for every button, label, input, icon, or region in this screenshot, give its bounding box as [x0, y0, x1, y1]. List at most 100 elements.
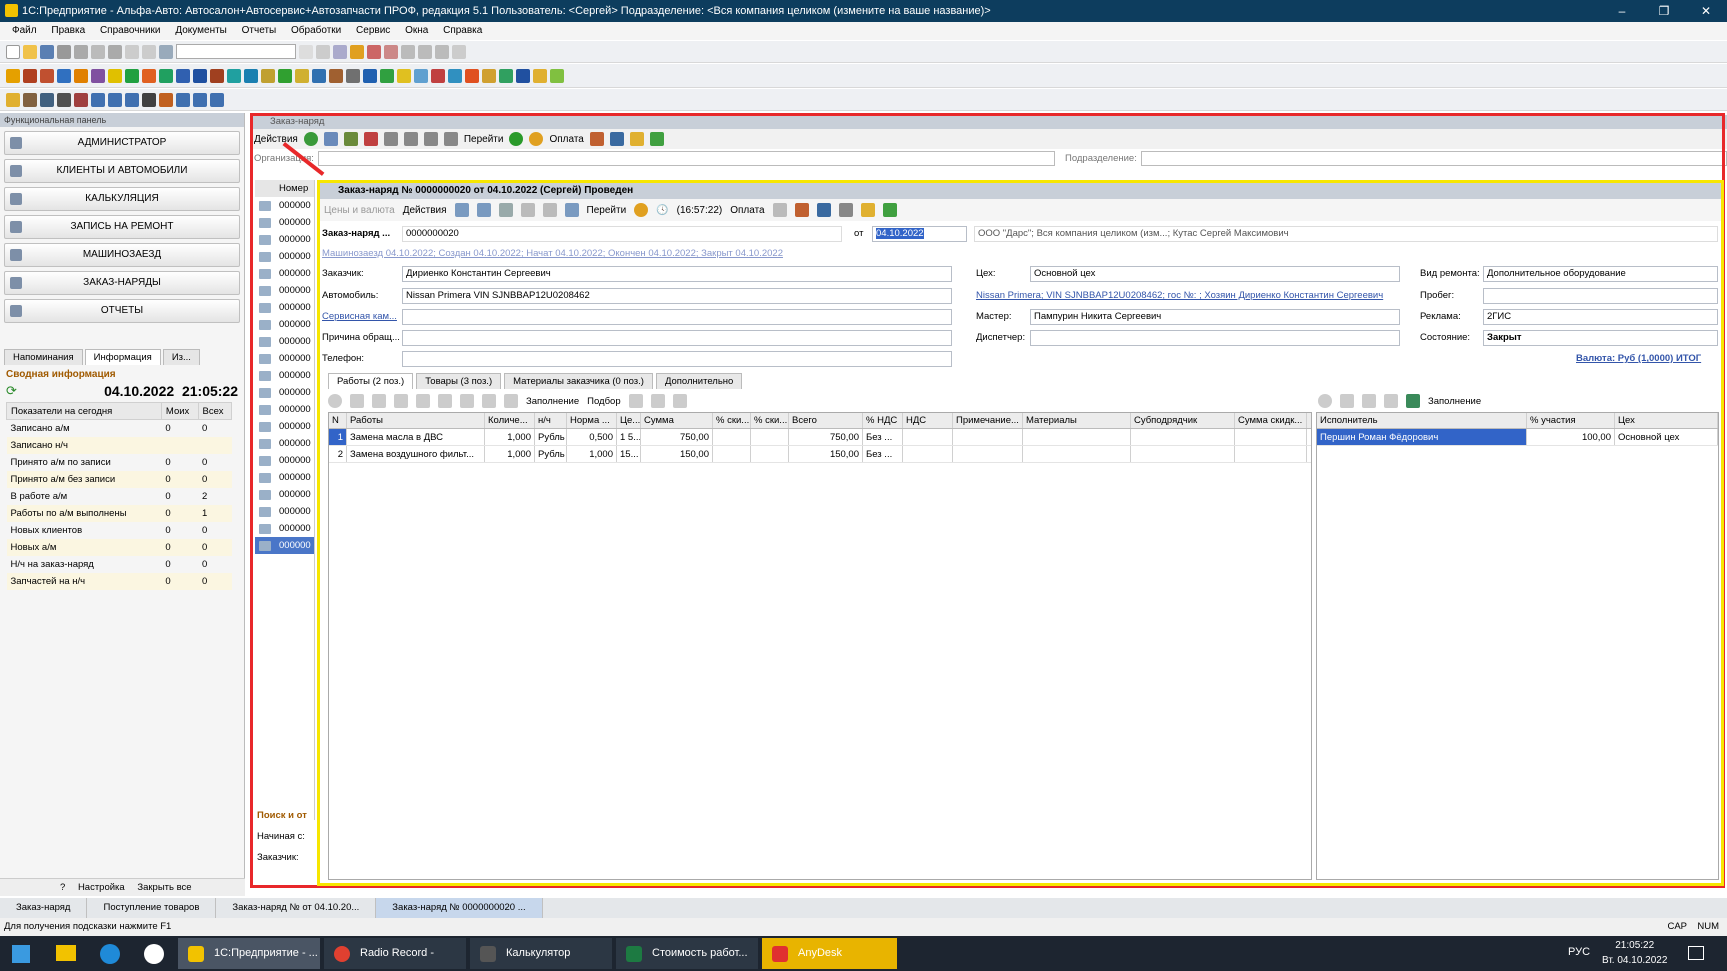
number-field[interactable]: 0000000020 — [402, 226, 842, 242]
folder-icon[interactable] — [860, 203, 875, 217]
list-payment-button[interactable]: Оплата — [549, 134, 583, 145]
list-row[interactable]: 000000 — [255, 265, 314, 282]
list-row[interactable]: 000000 — [255, 197, 314, 214]
filter-icon[interactable] — [443, 132, 458, 146]
col-discount-sum[interactable]: Сумма скидк... — [1235, 413, 1307, 428]
nav-admin-button[interactable]: АДМИНИСТРАТОР — [4, 131, 240, 155]
help-icon[interactable]: ? — [60, 882, 65, 893]
col-executor[interactable]: Исполнитель — [1317, 413, 1527, 428]
print-icon[interactable] — [794, 203, 809, 217]
save-icon[interactable] — [40, 44, 54, 59]
status-link[interactable]: Машинозаезд 04.10.2022; Создан 04.10.202… — [322, 246, 783, 262]
doc-goto-menu[interactable]: Перейти — [587, 205, 627, 216]
car-field[interactable]: Nissan Primera VIN SJNBBAP12U0208462 — [402, 288, 952, 304]
tool-icon[interactable] — [142, 68, 156, 83]
nav-arrival-button[interactable]: МАШИНОЗАЕЗД — [4, 243, 240, 267]
tool-icon[interactable] — [40, 68, 54, 83]
car-owner-link[interactable]: Nissan Primera; VIN SJNBBAP12U0208462; г… — [976, 288, 1383, 304]
paste-icon[interactable] — [91, 44, 105, 59]
minimize-button[interactable]: – — [1601, 0, 1643, 22]
copy-icon[interactable] — [498, 203, 513, 217]
sort-desc-icon[interactable] — [504, 394, 518, 408]
tool-icon[interactable] — [227, 68, 241, 83]
table-row[interactable]: Першин Роман Фёдорович 100,00 Основной ц… — [1317, 429, 1718, 446]
col-discount2[interactable]: % ски... — [751, 413, 789, 428]
tab-additional[interactable]: Дополнительно — [655, 373, 743, 389]
currency-link[interactable]: Валюта: Руб (1,0000) ИТОГ — [1576, 351, 1701, 367]
move-up-icon[interactable] — [438, 394, 452, 408]
tab-info[interactable]: Информация — [84, 349, 161, 365]
master-field[interactable]: Пампурин Никита Сергеевич — [1030, 309, 1400, 325]
phone-field[interactable] — [402, 351, 952, 367]
new-icon[interactable] — [6, 44, 20, 59]
tool-icon[interactable] — [210, 68, 224, 83]
move-down-icon[interactable] — [460, 394, 474, 408]
tool-icon[interactable] — [74, 92, 88, 107]
list-row[interactable]: 000000 — [255, 452, 314, 469]
tool-icon[interactable] — [6, 92, 20, 107]
list-row[interactable]: 000000 — [255, 486, 314, 503]
col-note[interactable]: Примечание... — [953, 413, 1023, 428]
list-row[interactable]: 000000 — [255, 231, 314, 248]
taskbar-app-chrome[interactable]: Radio Record - Goo... — [324, 938, 466, 969]
yandex-icon[interactable] — [144, 944, 164, 964]
tool-icon[interactable] — [261, 68, 275, 83]
shop-field[interactable]: Основной цех — [1030, 266, 1400, 282]
filter-icon[interactable] — [383, 132, 398, 146]
tool-icon[interactable] — [74, 68, 88, 83]
list-row[interactable]: 000000 — [255, 299, 314, 316]
menu-edit[interactable]: Правка — [51, 25, 85, 36]
delete-icon[interactable] — [394, 394, 408, 408]
list-row[interactable]: 000000 — [255, 401, 314, 418]
window-icon[interactable] — [333, 44, 347, 59]
settings-link[interactable]: Настройка — [78, 882, 125, 893]
info-icon[interactable] — [350, 44, 364, 59]
col-vat-rate[interactable]: % НДС — [863, 413, 903, 428]
list-row[interactable]: 000000 — [255, 469, 314, 486]
save-icon[interactable] — [520, 203, 535, 217]
works-fill-menu[interactable]: Заполнение — [526, 396, 579, 407]
list-row[interactable]: 000000 — [255, 435, 314, 452]
tool-icon[interactable] — [176, 92, 190, 107]
tool-icon[interactable] — [23, 68, 37, 83]
structure-icon[interactable] — [609, 132, 624, 146]
cut-icon[interactable] — [57, 44, 71, 59]
window-tab-active[interactable]: Заказ-наряд № 0000000020 ... — [376, 898, 543, 918]
nav-clients-button[interactable]: КЛИЕНТЫ И АВТОМОБИЛИ — [4, 159, 240, 183]
clear-search-icon[interactable] — [299, 44, 313, 59]
nav-orders-button[interactable]: ЗАКАЗ-НАРЯДЫ — [4, 271, 240, 295]
help-icon[interactable] — [634, 203, 649, 217]
delete-icon[interactable] — [363, 132, 378, 146]
taskbar-app-calculator[interactable]: Калькулятор — [470, 938, 612, 969]
col-subcontractor[interactable]: Субподрядчик — [1131, 413, 1235, 428]
col-norm[interactable]: Норма ... — [567, 413, 617, 428]
tool-icon[interactable] — [159, 68, 173, 83]
prices-button[interactable]: Цены и валюта — [324, 205, 395, 216]
search-next-icon[interactable] — [316, 44, 330, 59]
tray-lang[interactable]: РУС — [1568, 946, 1590, 958]
menu-processing[interactable]: Обработки — [291, 25, 341, 36]
menu-windows[interactable]: Окна — [405, 25, 428, 36]
open-icon[interactable] — [23, 44, 37, 59]
taskbar-app-excel[interactable]: Стоимость работ... — [616, 938, 758, 969]
window-tab[interactable]: Заказ-наряд — [0, 898, 88, 918]
add-icon[interactable] — [328, 394, 342, 408]
col-nh[interactable]: н/ч — [535, 413, 567, 428]
list-goto-menu[interactable]: Перейти — [464, 134, 504, 145]
folder-icon[interactable] — [629, 132, 644, 146]
delete-icon[interactable] — [1340, 394, 1354, 408]
col-qty[interactable]: Количе... — [485, 413, 535, 428]
taskbar-app-anydesk[interactable]: AnyDesk — [762, 938, 897, 969]
col-sum[interactable]: Сумма — [641, 413, 713, 428]
sort-asc-icon[interactable] — [482, 394, 496, 408]
menu-reports[interactable]: Отчеты — [242, 25, 277, 36]
copy-icon[interactable] — [323, 132, 338, 146]
tool-icon[interactable] — [23, 92, 37, 107]
ad-field[interactable]: 2ГИС — [1483, 309, 1718, 325]
doc-payment-button[interactable]: Оплата — [730, 205, 764, 216]
windows-start-icon[interactable] — [12, 945, 30, 963]
tool-icon[interactable] — [772, 203, 787, 217]
mileage-field[interactable] — [1483, 288, 1718, 304]
dispatcher-field[interactable] — [1030, 330, 1400, 346]
window-tab[interactable]: Поступление товаров — [87, 898, 217, 918]
